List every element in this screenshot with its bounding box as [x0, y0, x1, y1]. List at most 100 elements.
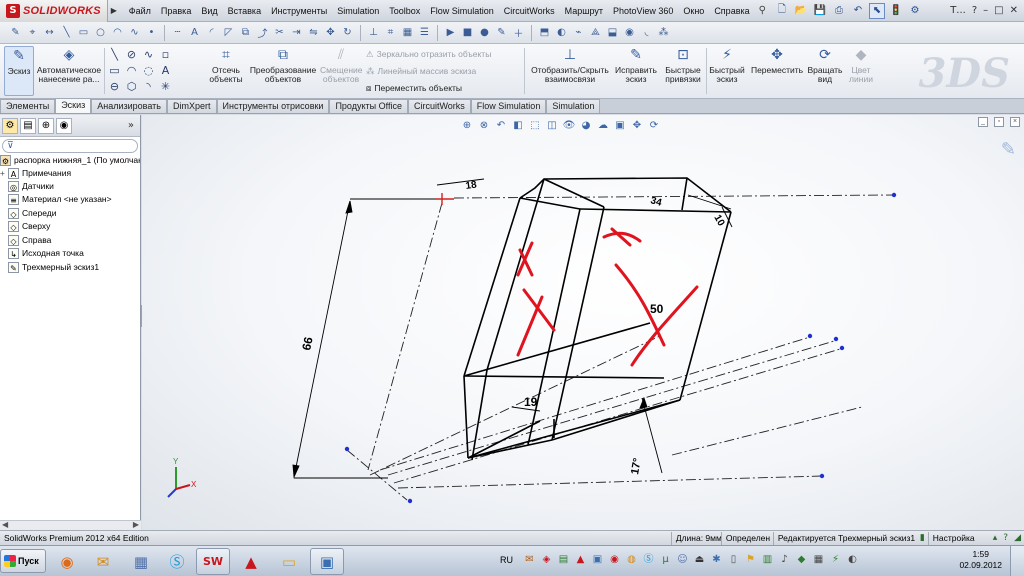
rotate-small-icon[interactable]: ↻ [340, 25, 355, 40]
print-icon[interactable]: ⎙ [831, 3, 847, 19]
arc-icon[interactable]: ◠ [123, 63, 140, 79]
menu-item-toolbox[interactable]: Toolbox [384, 6, 425, 16]
line-color-button[interactable]: ◆ Цвет линии [846, 46, 876, 84]
tab-sketch[interactable]: Эскиз [55, 98, 92, 113]
point-star-icon[interactable]: ✳ [157, 79, 174, 95]
tab-office-products[interactable]: Продукты Office [329, 99, 408, 113]
tab-flow-simulation[interactable]: Flow Simulation [470, 99, 547, 113]
options-gear-icon[interactable]: ⚙ [907, 3, 923, 19]
rotate-view-button[interactable]: ⟳ Вращать вид [806, 46, 844, 84]
tree-item-3d-sketch[interactable]: ✎ Трехмерный эскиз1 [8, 262, 148, 274]
dimension-label-66[interactable]: 66 [299, 335, 316, 351]
ellipse-icon[interactable]: ◌ [140, 63, 157, 79]
tray-speaker-icon[interactable]: ◐ [845, 552, 860, 568]
repair-sketch-button[interactable]: ✎ Исправить эскиз [614, 46, 658, 84]
trim-small-icon[interactable]: ✂ [272, 25, 287, 40]
rectangle-icon[interactable]: ▭ [106, 63, 123, 79]
taskbar-clock[interactable]: 1:59 02.09.2012 [959, 549, 1002, 571]
feature-fillet-icon[interactable]: ◟ [639, 25, 654, 40]
tray-safely-remove-icon[interactable]: ⏏ [692, 552, 707, 568]
feature-cut-icon[interactable]: ⬓ [605, 25, 620, 40]
start-button[interactable]: Пуск [0, 549, 46, 573]
feature-tree-horizontal-scrollbar[interactable]: ◀ ▶ [0, 520, 141, 530]
tray-app-icon[interactable]: ✉ [522, 552, 537, 568]
line-small-icon[interactable]: ╲ [59, 25, 74, 40]
image-viewer-taskbar-icon[interactable]: ▣ [310, 548, 344, 575]
tray-network-icon[interactable]: ▤ [556, 552, 571, 568]
tray-utorrent-icon[interactable]: µ [658, 552, 673, 568]
move-entities-button[interactable]: ⧈ Переместить объекты [366, 83, 462, 94]
dimension-label-34[interactable]: 34 [649, 195, 663, 209]
dimension-label-18[interactable]: 18 [465, 179, 478, 192]
configuration-tab-icon[interactable]: ⊕ [38, 117, 54, 134]
snap-small-icon[interactable]: ⌗ [383, 25, 398, 40]
sketch-button[interactable]: ✎ Эскиз [4, 46, 34, 96]
linear-pattern-button[interactable]: ⁂ Линейный массив эскиза [366, 66, 476, 77]
tree-item-sensors[interactable]: ◎ Датчики [8, 181, 148, 193]
feature-extrude-icon[interactable]: ⬒ [537, 25, 552, 40]
acrobat-taskbar-icon[interactable]: ▲ [234, 548, 268, 575]
quick-snaps-button[interactable]: ⊡ Быстрые привязки [662, 46, 704, 84]
feature-hole-icon[interactable]: ◉ [622, 25, 637, 40]
help-icon[interactable]: ? [972, 5, 977, 16]
tab-dimxpert[interactable]: DimXpert [166, 99, 217, 113]
settings-dropdown-icon[interactable]: ▴ [990, 533, 1001, 543]
close-button[interactable]: ✕ [1010, 5, 1018, 16]
undo-icon[interactable]: ↶ [850, 3, 866, 19]
tray-antivirus-icon[interactable]: ◈ [539, 552, 554, 568]
macro-new-icon[interactable]: ＋ [511, 25, 526, 40]
polygon-icon[interactable]: ⬡ [123, 79, 140, 95]
macro-stop-icon[interactable]: ■ [460, 25, 475, 40]
menu-expand-arrow-icon[interactable]: ▶ [108, 6, 120, 15]
fillet-small-icon[interactable]: ◜ [204, 25, 219, 40]
menu-item-simulation[interactable]: Simulation [332, 6, 384, 16]
new-document-icon[interactable]: 🗋 [774, 3, 790, 19]
mirror-entities-button[interactable]: ⚠ Зеркально отразить объекты [366, 49, 491, 60]
extend-small-icon[interactable]: ⇥ [289, 25, 304, 40]
mirror-small-icon[interactable]: ⇋ [306, 25, 321, 40]
menu-item-photoview[interactable]: PhotoView 360 [608, 6, 678, 16]
more-tabs-icon[interactable]: » [128, 120, 134, 131]
slot-icon[interactable]: ⊖ [106, 79, 123, 95]
appearance-tab-icon[interactable]: ◉ [56, 117, 72, 134]
macro-run-icon[interactable]: ▶ [443, 25, 458, 40]
point-icon[interactable]: ▫ [157, 47, 174, 63]
move-small-icon[interactable]: ✥ [323, 25, 338, 40]
tree-item-right-plane[interactable]: ◇ Справа [8, 235, 148, 247]
tray-battery-icon[interactable]: ▯ [726, 552, 741, 568]
tray-bluetooth-icon[interactable]: ✱ [709, 552, 724, 568]
feature-loft-icon[interactable]: ⟁ [588, 25, 603, 40]
display-relations-button[interactable]: ⊥ Отобразить/Скрыть взаимосвязи [528, 46, 612, 84]
tab-simulation[interactable]: Simulation [546, 99, 601, 113]
property-manager-tab-icon[interactable]: ▤ [20, 117, 36, 134]
tab-evaluate[interactable]: Анализировать [91, 99, 167, 113]
feature-sweep-icon[interactable]: ⌁ [571, 25, 586, 40]
maximize-button[interactable]: □ [994, 5, 1003, 16]
tray-volume-icon[interactable]: ♪ [777, 552, 792, 568]
dimension-label-10[interactable]: 10 [711, 213, 726, 229]
menu-item-window[interactable]: Окно [678, 6, 709, 16]
search-commands-button[interactable]: Т... [950, 5, 966, 16]
3d-sketch-small-icon[interactable]: ⌖ [25, 25, 40, 40]
calculator-taskbar-icon[interactable]: ▦ [124, 548, 158, 575]
help-status-icon[interactable]: ? [1000, 533, 1011, 543]
solidworks-taskbar-icon[interactable]: SW [196, 548, 230, 575]
layer-small-icon[interactable]: ☰ [417, 25, 432, 40]
feature-pattern-icon[interactable]: ⁂ [656, 25, 671, 40]
chamfer-small-icon[interactable]: ◸ [221, 25, 236, 40]
move-button[interactable]: ✥ Переместить [750, 46, 804, 75]
firefox-taskbar-icon[interactable]: ◉ [50, 548, 84, 575]
tree-item-top-plane[interactable]: ◇ Сверху [8, 221, 148, 233]
outlook-taskbar-icon[interactable]: ✉ [86, 548, 120, 575]
tree-item-material[interactable]: ≡ Материал <не указан> [8, 194, 148, 206]
rebuild-icon[interactable]: 🚦 [888, 3, 904, 19]
tray-messenger-icon[interactable]: ☺ [675, 552, 690, 568]
tray-signal-icon[interactable]: ▥ [760, 552, 775, 568]
centerline-small-icon[interactable]: ┄ [170, 25, 185, 40]
menu-item-tools[interactable]: Инструменты [266, 6, 332, 16]
circle-icon[interactable]: ⊘ [123, 47, 140, 63]
menu-item-view[interactable]: Вид [196, 6, 222, 16]
tree-root[interactable]: ⚙ распорка нижняя_1 (По умолчан [0, 155, 140, 167]
scroll-right-icon[interactable]: ▶ [133, 520, 139, 529]
feature-tree-filter[interactable]: ⊽ [2, 139, 138, 153]
